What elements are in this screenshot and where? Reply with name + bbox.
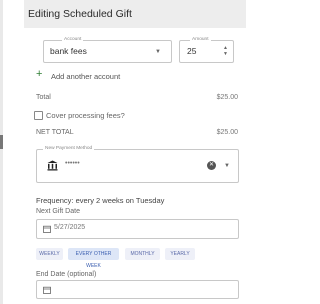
chevron-down-icon[interactable]: ▼ xyxy=(155,49,161,55)
amount-input[interactable]: Amount 25 ▲ ▼ xyxy=(179,36,234,63)
window-edge xyxy=(0,0,3,304)
chevron-down-icon[interactable]: ▼ xyxy=(224,163,230,169)
amount-label: Amount xyxy=(190,36,211,43)
stepper-icon[interactable]: ▲ ▼ xyxy=(223,45,228,57)
page-title: Editing Scheduled Gift xyxy=(28,8,132,20)
cover-fees-label: Cover processing fees? xyxy=(46,111,125,120)
total-label: Total xyxy=(36,94,51,101)
total-value: $25.00 xyxy=(216,94,238,101)
end-date-input[interactable] xyxy=(36,280,239,299)
next-gift-date-value: 5/27/2025 xyxy=(54,224,86,231)
bank-icon xyxy=(47,160,58,171)
cover-fees-checkbox[interactable] xyxy=(34,111,43,120)
frequency-option-every-other-week[interactable]: EVERY OTHER WEEK xyxy=(68,248,119,269)
account-label: Account xyxy=(62,36,84,43)
calendar-icon[interactable] xyxy=(43,225,51,233)
net-total-value: $25.00 xyxy=(216,129,238,136)
frequency-option-weekly[interactable]: WEEKLY xyxy=(36,248,63,260)
frequency-option-yearly[interactable]: YEARLY xyxy=(165,248,195,260)
frequency-option-monthly[interactable]: MONTHLY xyxy=(125,248,160,260)
next-gift-label: Next Gift Date xyxy=(36,208,80,215)
account-value: bank fees xyxy=(50,46,87,56)
add-account-link[interactable]: Add another account xyxy=(51,72,120,81)
panel-header: Editing Scheduled Gift xyxy=(24,0,246,28)
calendar-icon[interactable] xyxy=(43,286,51,294)
net-total-label: NET TOTAL xyxy=(36,129,74,136)
amount-value: 25 xyxy=(187,46,197,56)
end-date-label: End Date (optional) xyxy=(36,271,97,278)
payment-method-select[interactable]: New Payment Method •••••• ✕ ▼ xyxy=(36,145,239,183)
payment-method-value: •••••• xyxy=(65,160,80,167)
clear-icon[interactable]: ✕ xyxy=(207,161,216,170)
frequency-text: Frequency: every 2 weeks on Tuesday xyxy=(36,196,165,205)
account-select[interactable]: Account bank fees ▼ xyxy=(43,36,172,63)
next-gift-date-input[interactable]: 5/27/2025 xyxy=(36,219,239,239)
edit-scheduled-gift-panel: Editing Scheduled Gift Account bank fees… xyxy=(24,0,246,304)
payment-method-label: New Payment Method xyxy=(43,145,95,152)
resize-handle[interactable] xyxy=(0,135,3,149)
plus-icon[interactable]: + xyxy=(36,69,42,80)
